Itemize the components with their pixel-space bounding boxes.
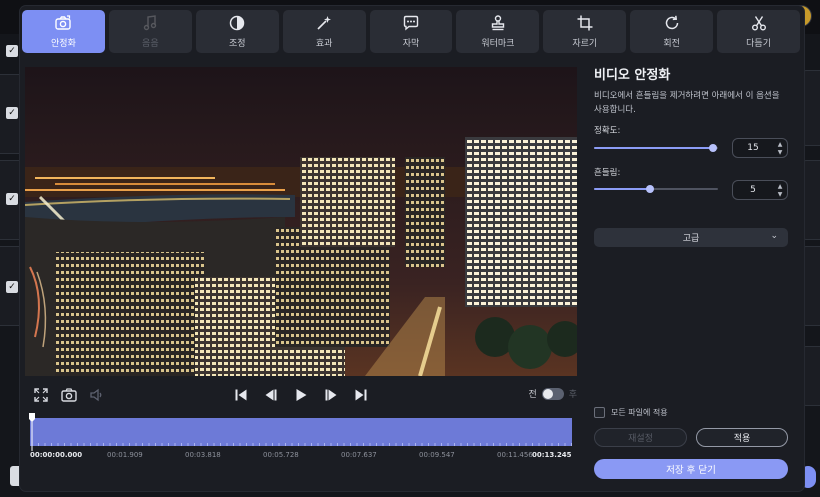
tab-adjust[interactable]: 조정 xyxy=(195,10,279,53)
video-editor-dialog: 안정화 음음 조정 효과 자막 워터마크 자르기 회전 다듬기 전 후 00:0… xyxy=(20,6,804,491)
snapshot-camera-icon[interactable] xyxy=(59,386,79,404)
tab-label: 음음 xyxy=(142,39,159,49)
end-time: 00:13.245 xyxy=(532,451,572,459)
tab-rotate[interactable]: 회전 xyxy=(630,10,714,53)
current-time: 00:00:00.000 xyxy=(30,451,83,459)
increment-icon[interactable]: ▲ xyxy=(776,141,784,148)
panel-title: 비디오 안정화 xyxy=(594,68,671,83)
tab-label: 조정 xyxy=(228,39,246,49)
accuracy-slider[interactable] xyxy=(594,143,718,153)
background-right-panel xyxy=(802,70,820,146)
time-mark: 00:03.818 xyxy=(185,451,221,459)
magic-wand-icon xyxy=(315,14,333,32)
shakiness-slider[interactable] xyxy=(594,184,718,194)
slider-fill xyxy=(594,188,650,190)
reset-button[interactable]: 재설정 xyxy=(594,428,687,447)
fullscreen-icon[interactable] xyxy=(31,386,51,404)
night-city-frame xyxy=(25,67,577,376)
music-note-icon xyxy=(141,14,159,32)
time-mark: 00:11.456 xyxy=(497,451,533,459)
accuracy-label: 정확도: xyxy=(594,126,621,136)
tab-label: 회전 xyxy=(663,39,680,49)
tab-audio[interactable]: 음음 xyxy=(108,10,192,53)
stabilize-settings-panel: 비디오 안정화 비디오에서 흔들림을 제거하려면 아래에서 이 옵션을 사용합니… xyxy=(594,64,794,484)
apply-to-all-option[interactable]: 모든 파일에 적용 xyxy=(594,407,668,418)
slider-thumb[interactable] xyxy=(645,185,654,193)
before-label: 전 xyxy=(528,390,537,400)
slider-thumb[interactable] xyxy=(709,144,718,152)
after-label: 후 xyxy=(568,390,577,400)
advanced-toggle-button[interactable]: 고급 ⌄ xyxy=(594,228,788,247)
save-and-close-button[interactable]: 저장 후 닫기 xyxy=(594,459,788,479)
tab-stabilize[interactable]: 안정화 xyxy=(22,10,105,53)
time-mark: 00:07.637 xyxy=(341,451,377,459)
tab-label: 효과 xyxy=(315,39,333,49)
timeline-track[interactable] xyxy=(30,418,572,446)
tab-label: 안정화 xyxy=(51,39,76,49)
decrement-icon[interactable]: ▼ xyxy=(776,149,784,156)
tab-crop[interactable]: 자르기 xyxy=(543,10,627,53)
contrast-icon xyxy=(228,14,246,32)
compare-switch[interactable] xyxy=(541,387,564,400)
increment-icon[interactable]: ▲ xyxy=(776,183,784,190)
background-right-panel xyxy=(802,160,820,240)
tab-watermark[interactable]: 워터마크 xyxy=(456,10,540,53)
time-mark: 00:05.728 xyxy=(263,451,299,459)
stamp-icon xyxy=(489,14,507,32)
compare-switch-knob xyxy=(542,388,553,399)
panel-description: 비디오에서 흔들림을 제거하려면 아래에서 이 옵션을 사용합니다. xyxy=(594,91,780,115)
tab-trim[interactable]: 다듬기 xyxy=(717,10,801,53)
volume-icon[interactable] xyxy=(87,386,107,404)
apply-to-all-label: 모든 파일에 적용 xyxy=(611,408,668,417)
before-after-toggle: 전 후 xyxy=(528,387,577,400)
rotate-icon xyxy=(663,14,681,32)
video-preview xyxy=(25,67,577,376)
tab-subtitles[interactable]: 자막 xyxy=(369,10,453,53)
playhead[interactable] xyxy=(28,412,36,452)
tab-effects[interactable]: 효과 xyxy=(282,10,366,53)
shakiness-stepper[interactable]: 5 ▲ ▼ xyxy=(732,180,788,200)
shakiness-value: 5 xyxy=(750,185,756,195)
time-mark: 00:09.547 xyxy=(419,451,455,459)
accuracy-value: 15 xyxy=(747,143,759,153)
tab-label: 자막 xyxy=(402,39,420,49)
tab-label: 자르기 xyxy=(572,39,598,49)
accuracy-stepper[interactable]: 15 ▲ ▼ xyxy=(732,138,788,158)
background-right-panel xyxy=(802,346,820,406)
previous-frame-icon[interactable] xyxy=(261,386,281,404)
skip-to-start-icon[interactable] xyxy=(231,386,251,404)
subtitle-bubble-icon xyxy=(402,14,420,32)
editor-tab-bar: 안정화 음음 조정 효과 자막 워터마크 자르기 회전 다듬기 xyxy=(20,6,804,56)
apply-button[interactable]: 적용 xyxy=(696,428,788,447)
stabilize-camera-icon xyxy=(54,14,72,32)
double-chevron-down-icon: ⌄ xyxy=(770,231,778,241)
time-mark: 00:01.909 xyxy=(107,451,143,459)
crop-icon xyxy=(576,14,594,32)
apply-to-all-checkbox[interactable] xyxy=(594,407,605,418)
decrement-icon[interactable]: ▼ xyxy=(776,191,784,198)
timeline: 00:00:00.000 00:01.909 00:03.818 00:05.7… xyxy=(25,412,577,469)
tab-label: 다듬기 xyxy=(746,39,771,49)
shakiness-label: 흔들림: xyxy=(594,168,621,178)
background-right-panel xyxy=(802,246,820,326)
tab-label: 워터마크 xyxy=(481,39,515,49)
slider-fill xyxy=(594,147,714,149)
next-frame-icon[interactable] xyxy=(321,386,341,404)
player-controls: 전 후 xyxy=(25,376,577,416)
timeline-labels: 00:00:00.000 00:01.909 00:03.818 00:05.7… xyxy=(25,451,577,463)
timeline-ticks xyxy=(31,443,572,446)
advanced-label: 고급 xyxy=(682,234,700,244)
skip-to-end-icon[interactable] xyxy=(351,386,371,404)
scissors-icon xyxy=(750,14,768,32)
play-icon[interactable] xyxy=(291,386,311,404)
background-checkbox: ✓ xyxy=(6,45,18,57)
